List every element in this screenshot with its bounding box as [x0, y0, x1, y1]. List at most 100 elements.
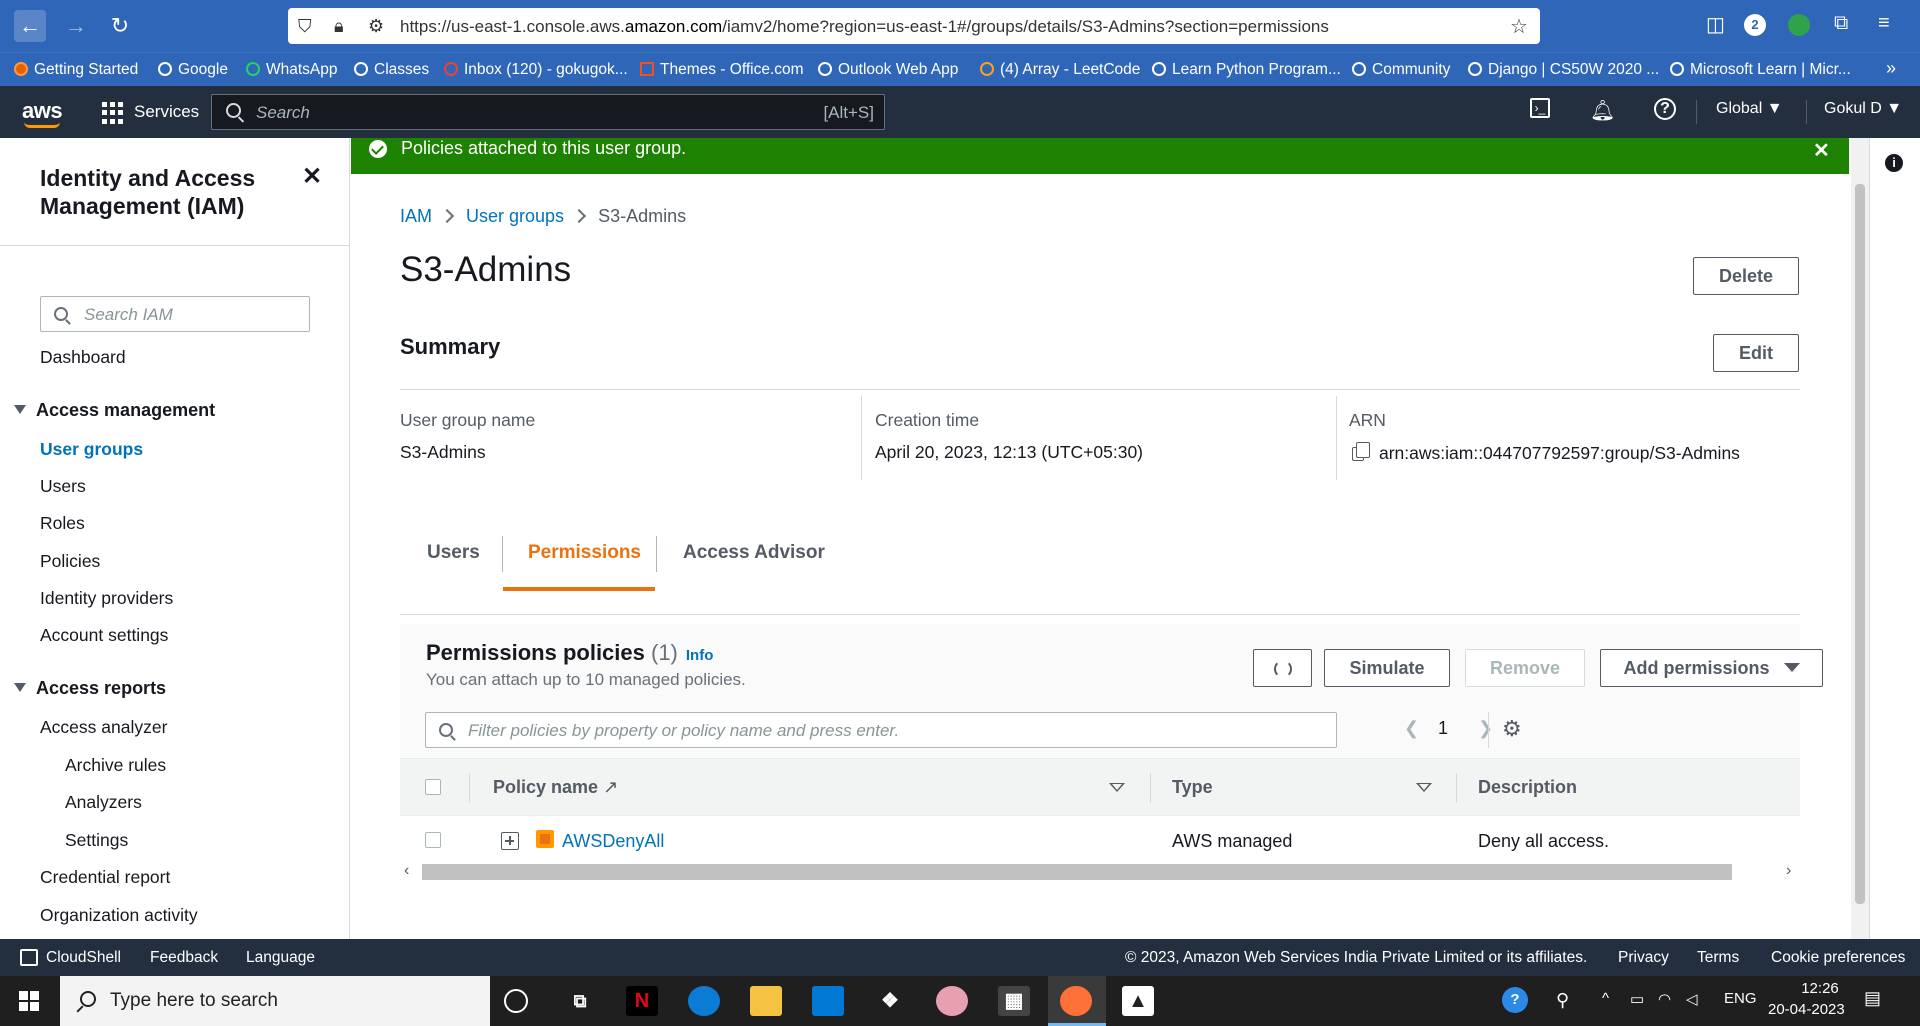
- add-permissions-button[interactable]: Add permissions: [1600, 649, 1823, 687]
- privacy-link[interactable]: Privacy: [1618, 949, 1669, 967]
- sidebar-item-user-groups[interactable]: User groups: [40, 439, 143, 460]
- sort-caret-icon[interactable]: [1416, 783, 1432, 792]
- region-selector[interactable]: Global ▼: [1716, 100, 1783, 118]
- volume-icon[interactable]: ◁: [1686, 990, 1698, 1008]
- delete-button[interactable]: Delete: [1693, 257, 1799, 295]
- address-bar[interactable]: ⛉ 🔒︎ ⚙︎ https://us-east-1.console.aws.am…: [288, 8, 1540, 44]
- scroll-thumb[interactable]: [422, 864, 1732, 880]
- task-view-icon[interactable]: ⧉: [564, 986, 596, 1016]
- sidebar-item-organization-activity[interactable]: Organization activity: [40, 905, 198, 926]
- search-iam-input[interactable]: Search IAM: [40, 296, 310, 332]
- calculator-icon[interactable]: ▦: [998, 986, 1030, 1016]
- account-menu[interactable]: Gokul D ▼: [1824, 100, 1902, 118]
- tab-access-advisor[interactable]: Access Advisor: [683, 542, 825, 564]
- feedback-link[interactable]: Feedback: [150, 949, 218, 967]
- photos-icon[interactable]: ▲: [1122, 986, 1154, 1016]
- edit-button[interactable]: Edit: [1713, 334, 1799, 372]
- sidebar-item-account-settings[interactable]: Account settings: [40, 625, 168, 646]
- file-explorer-icon[interactable]: [750, 986, 782, 1016]
- sidebar-item-credential-report[interactable]: Credential report: [40, 867, 170, 888]
- sidebar-item-dashboard[interactable]: Dashboard: [40, 347, 126, 368]
- page-number[interactable]: 1: [1438, 718, 1448, 739]
- sidebar-item-users[interactable]: Users: [40, 476, 86, 497]
- extensions-icon[interactable]: ⧉: [1834, 12, 1848, 35]
- dropbox-icon[interactable]: ❖: [874, 986, 906, 1016]
- extension-badge[interactable]: 2: [1744, 14, 1766, 36]
- select-all-checkbox[interactable]: [425, 779, 441, 795]
- windows-start-icon[interactable]: [19, 991, 39, 1011]
- sidebar-item-settings[interactable]: Settings: [65, 830, 128, 851]
- bookmark-star-icon[interactable]: ☆: [1510, 14, 1528, 39]
- taskbar-search-input[interactable]: Type here to search: [60, 976, 490, 1026]
- shield-icon[interactable]: ⛉: [298, 16, 312, 37]
- clock-date[interactable]: 20-04-2023: [1768, 1001, 1845, 1018]
- simulate-button[interactable]: Simulate: [1324, 649, 1450, 687]
- bookmark-item[interactable]: Microsoft Learn | Micr...: [1670, 61, 1851, 79]
- row-checkbox[interactable]: [425, 832, 441, 848]
- bookmark-item[interactable]: Community: [1352, 61, 1450, 79]
- scroll-right-icon[interactable]: ›: [1786, 862, 1791, 880]
- vertical-scrollbar[interactable]: [1851, 138, 1869, 939]
- cloudshell-link[interactable]: CloudShell: [46, 949, 121, 967]
- sidebar-item-access-analyzer[interactable]: Access analyzer: [40, 717, 167, 738]
- permissions-icon[interactable]: ⚙︎: [368, 16, 384, 37]
- notifications-icon[interactable]: ▤: [1864, 988, 1881, 1009]
- column-description[interactable]: Description: [1478, 777, 1577, 798]
- sidebar-item-identity-providers[interactable]: Identity providers: [40, 588, 173, 609]
- filter-policies-input[interactable]: Filter policies by property or policy na…: [425, 712, 1337, 748]
- bookmark-item[interactable]: Getting Started: [14, 61, 138, 79]
- aws-logo[interactable]: aws: [22, 98, 63, 128]
- column-type[interactable]: Type: [1172, 777, 1213, 798]
- sort-caret-icon[interactable]: [1109, 783, 1125, 792]
- help-icon[interactable]: ?: [1654, 98, 1676, 120]
- battery-icon[interactable]: ▭: [1630, 990, 1644, 1008]
- bookmark-item[interactable]: Inbox (120) - gokugok...: [444, 61, 628, 79]
- copy-icon[interactable]: [1352, 442, 1370, 461]
- more-bookmarks-icon[interactable]: »: [1886, 58, 1896, 79]
- terms-link[interactable]: Terms: [1697, 949, 1739, 967]
- bookmark-item[interactable]: Outlook Web App: [818, 61, 958, 79]
- cloudshell-icon[interactable]: [20, 949, 38, 966]
- breadcrumb-iam[interactable]: IAM: [400, 206, 432, 226]
- column-policy-name[interactable]: Policy name ↗: [493, 777, 618, 798]
- help-tray-icon[interactable]: ?: [1502, 987, 1528, 1013]
- cortana-icon[interactable]: [504, 989, 528, 1013]
- sidebar-section-access-reports[interactable]: Access reports: [14, 678, 166, 699]
- tab-users[interactable]: Users: [427, 542, 480, 564]
- language-link[interactable]: Language: [246, 949, 315, 967]
- info-link[interactable]: Info: [686, 647, 714, 664]
- remove-button[interactable]: Remove: [1465, 649, 1585, 687]
- firefox-icon[interactable]: [1060, 986, 1092, 1016]
- horizontal-scrollbar[interactable]: ‹ ›: [400, 862, 1800, 882]
- wifi-icon[interactable]: ◠: [1658, 990, 1671, 1008]
- show-hidden-icons[interactable]: ^: [1602, 990, 1609, 1007]
- back-arrow-icon[interactable]: ←: [14, 10, 46, 42]
- scroll-thumb[interactable]: [1855, 184, 1865, 904]
- settings-gear-icon[interactable]: ⚙: [1502, 718, 1524, 740]
- app-icon[interactable]: [936, 986, 968, 1016]
- aws-search-input[interactable]: Search [Alt+S]: [211, 94, 885, 130]
- dismiss-flash-icon[interactable]: ✕: [1813, 138, 1830, 163]
- bookmark-item[interactable]: Learn Python Program...: [1152, 61, 1341, 79]
- lock-icon[interactable]: 🔒︎: [334, 16, 344, 37]
- bookmark-item[interactable]: Django | CS50W 2020 ...: [1468, 61, 1659, 79]
- sidebar-item-policies[interactable]: Policies: [40, 551, 100, 572]
- bookmark-item[interactable]: (4) Array - LeetCode: [980, 61, 1140, 79]
- store-icon[interactable]: [812, 986, 844, 1016]
- menu-icon[interactable]: ≡: [1878, 12, 1890, 35]
- scroll-left-icon[interactable]: ‹: [404, 862, 409, 880]
- shield-extension-icon[interactable]: [1788, 14, 1810, 36]
- bookmark-item[interactable]: WhatsApp: [246, 61, 338, 79]
- pocket-icon[interactable]: ◫: [1706, 12, 1725, 37]
- edge-icon[interactable]: [688, 986, 720, 1016]
- services-grid-icon[interactable]: [102, 102, 124, 124]
- tab-permissions[interactable]: Permissions: [528, 542, 641, 564]
- netflix-icon[interactable]: N: [626, 986, 658, 1016]
- language-indicator[interactable]: ENG: [1724, 990, 1757, 1007]
- forward-arrow-icon[interactable]: →: [60, 10, 92, 42]
- cookie-preferences-link[interactable]: Cookie preferences: [1771, 949, 1905, 967]
- bookmark-item[interactable]: Themes - Office.com: [640, 61, 804, 79]
- people-icon[interactable]: ⚲: [1556, 990, 1569, 1011]
- close-sidebar-icon[interactable]: ✕: [302, 162, 322, 191]
- bookmark-item[interactable]: Classes: [354, 61, 429, 79]
